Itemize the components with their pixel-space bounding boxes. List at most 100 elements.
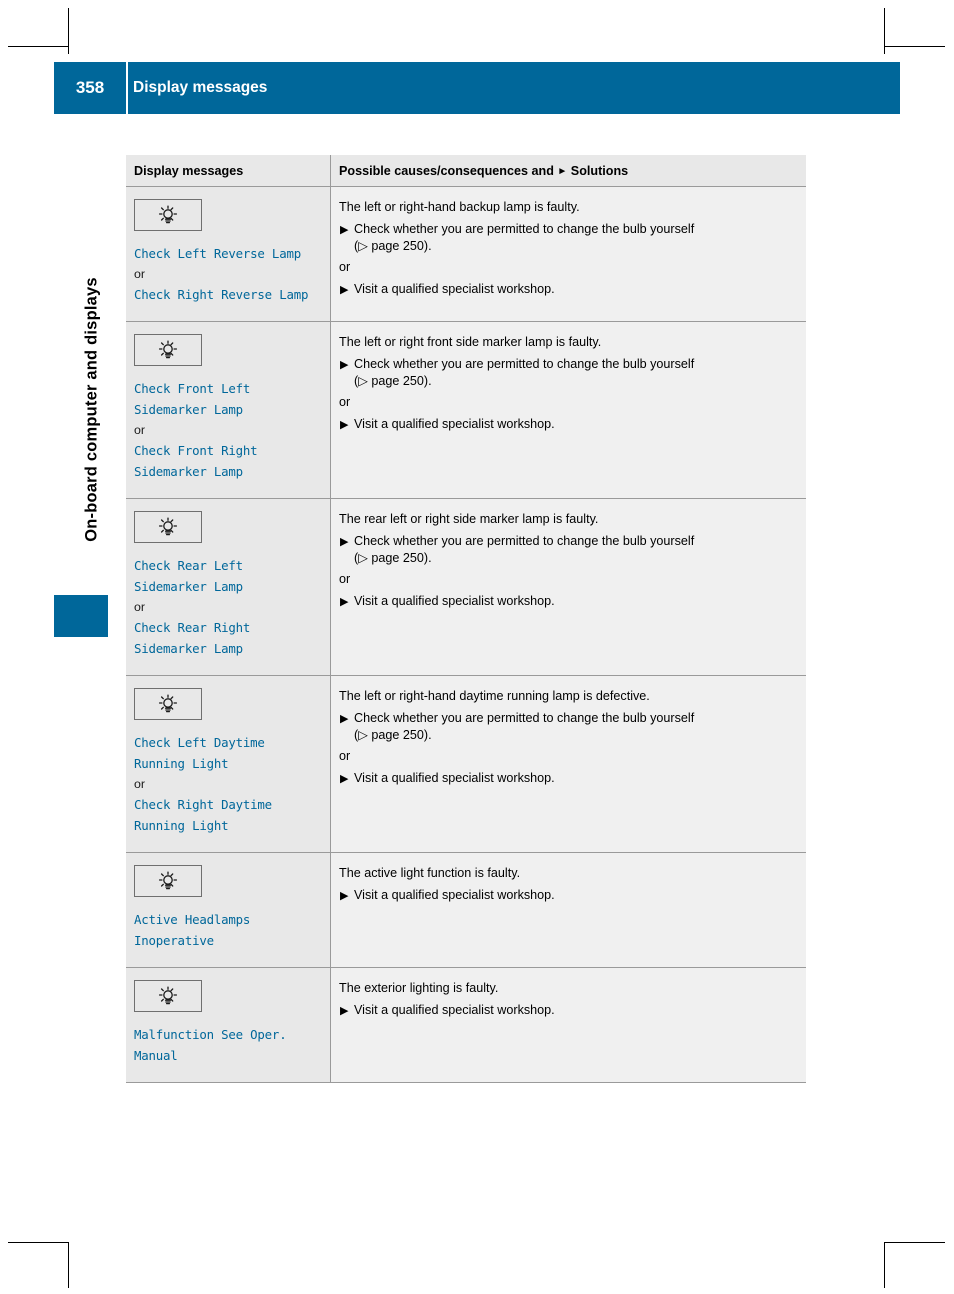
bulb-icon <box>134 334 202 366</box>
solution-item: ▶ Check whether you are permitted to chan… <box>339 356 796 373</box>
message-text: Check Front Left Sidemarker Lamp <box>134 381 258 417</box>
crop-mark-bottom-left-h <box>8 1242 68 1243</box>
header-cell-solutions: Possible causes/consequences and ► Solut… <box>330 155 806 187</box>
solution-item: ▶ Visit a qualified specialist workshop. <box>339 416 796 433</box>
solution-or-separator: or <box>339 749 351 763</box>
solution-text: Visit a qualified specialist workshop. <box>354 282 555 296</box>
chapter-marker <box>54 595 108 637</box>
triangle-bullet-icon: ▶ <box>340 773 349 785</box>
bulb-icon <box>134 980 202 1012</box>
solution-or-separator: or <box>339 260 351 274</box>
bulb-icon-svg <box>158 517 178 536</box>
message-text: Check Left Daytime Running Light <box>134 735 272 771</box>
crop-mark-top-right-h <box>885 46 945 47</box>
bulb-icon-svg <box>158 871 178 890</box>
triangle-bullet-icon: ▶ <box>340 1005 349 1017</box>
solution-reference[interactable]: (▷ page 250). <box>339 373 796 390</box>
solution-or-separator: or <box>339 395 351 409</box>
cause-text: The rear left or right side marker lamp … <box>339 512 599 526</box>
triangle-icon: ► <box>557 166 568 178</box>
solution-item: ▶ Check whether you are permitted to chan… <box>339 221 796 238</box>
solution-text: Visit a qualified specialist workshop. <box>354 888 555 902</box>
bulb-icon-svg <box>158 340 178 359</box>
message-or-separator: or <box>134 600 146 614</box>
table-row: Malfunction See Oper. Manual The exterior… <box>126 967 806 1083</box>
bulb-icon <box>134 865 202 897</box>
message-or-separator: or <box>134 777 146 791</box>
solution-item: ▶ Check whether you are permitted to chan… <box>339 710 796 727</box>
cause-solution-cell: The exterior lighting is faulty. ▶ Visit a… <box>330 967 806 1083</box>
cause-text: The left or right-hand backup lamp is fa… <box>339 200 580 214</box>
bulb-icon-svg <box>158 205 178 224</box>
cause-solution-cell: The left or right-hand backup lamp is fa… <box>330 186 806 322</box>
message-cell: Check Left Daytime Running Light or Check … <box>126 675 331 853</box>
solution-reference[interactable]: (▷ page 250). <box>339 238 796 255</box>
cause-text: The left or right front side marker lamp… <box>339 335 602 349</box>
bulb-icon <box>134 199 202 231</box>
solution-text: Visit a qualified specialist workshop. <box>354 771 555 785</box>
message-cell: Check Left Reverse Lamp or Check Right Rev… <box>126 186 331 322</box>
message-cell: Active Headlamps Inoperative <box>126 852 331 968</box>
cause-solution-cell: The active light function is faulty. ▶ Vis… <box>330 852 806 968</box>
message-text: Check Right Daytime Running Light <box>134 797 280 833</box>
solution-item: ▶ Check whether you are permitted to chan… <box>339 533 796 550</box>
solution-reference[interactable]: (▷ page 250). <box>339 550 796 567</box>
solution-text: Visit a qualified specialist workshop. <box>354 594 555 608</box>
cause-text: The active light function is faulty. <box>339 866 521 880</box>
chapter-title: On-board computer and displays <box>82 277 101 542</box>
triangle-bullet-icon: ▶ <box>340 224 349 236</box>
message-cell: Check Front Left Sidemarker Lamp or Check … <box>126 321 331 499</box>
message-or-separator: or <box>134 267 146 281</box>
message-or-separator: or <box>134 423 146 437</box>
message-cell: Malfunction See Oper. Manual <box>126 967 331 1083</box>
bulb-icon-svg <box>158 986 178 1005</box>
table-row: Active Headlamps Inoperative The active l… <box>126 852 806 968</box>
header-cell-messages: Display messages <box>126 155 331 187</box>
solution-text: Check whether you are permitted to chang… <box>354 711 695 725</box>
solution-item: ▶ Visit a qualified specialist workshop. <box>339 593 796 610</box>
table-row: Check Left Reverse Lamp or Check Right Rev… <box>126 186 806 322</box>
page-title: Display messages <box>133 79 268 96</box>
message-cell: Check Rear Left Sidemarker Lamp or Check R… <box>126 498 331 676</box>
header-solutions-post: Solutions <box>567 164 629 178</box>
solution-item: ▶ Visit a qualified specialist workshop. <box>339 1002 796 1019</box>
solution-reference[interactable]: (▷ page 250). <box>339 727 796 744</box>
crop-mark-bottom-right-v <box>884 1242 885 1288</box>
triangle-bullet-icon: ▶ <box>340 359 349 371</box>
crop-mark-bottom-right-h <box>885 1242 945 1243</box>
message-text: Malfunction See Oper. Manual <box>134 1027 294 1063</box>
message-text: Check Left Reverse Lamp <box>134 246 301 261</box>
triangle-bullet-icon: ▶ <box>340 284 349 296</box>
table-row: Check Left Daytime Running Light or Check … <box>126 675 806 853</box>
solution-text: Check whether you are permitted to chang… <box>354 222 695 236</box>
table-row: Check Front Left Sidemarker Lamp or Check … <box>126 321 806 499</box>
message-text: Check Rear Right Sidemarker Lamp <box>134 620 258 656</box>
message-text: Active Headlamps Inoperative <box>134 912 258 948</box>
solution-text: Visit a qualified specialist workshop. <box>354 1003 555 1017</box>
bulb-icon-svg <box>158 694 178 713</box>
solution-text: Visit a qualified specialist workshop. <box>354 417 555 431</box>
crop-mark-top-right-v <box>884 8 885 54</box>
solution-or-separator: or <box>339 572 351 586</box>
triangle-bullet-icon: ▶ <box>340 419 349 431</box>
crop-mark-top-left-v <box>68 8 69 54</box>
message-text: Check Rear Left Sidemarker Lamp <box>134 558 251 594</box>
solution-text: Check whether you are permitted to chang… <box>354 357 695 371</box>
cause-solution-cell: The left or right-hand daytime running l… <box>330 675 806 853</box>
triangle-bullet-icon: ▶ <box>340 713 349 725</box>
message-text: Check Right Reverse Lamp <box>134 287 309 302</box>
solution-text: Check whether you are permitted to chang… <box>354 534 695 548</box>
cause-text: The exterior lighting is faulty. <box>339 981 499 995</box>
cause-text: The left or right-hand daytime running l… <box>339 689 650 703</box>
triangle-bullet-icon: ▶ <box>340 536 349 548</box>
triangle-bullet-icon: ▶ <box>340 890 349 902</box>
triangle-bullet-icon: ▶ <box>340 596 349 608</box>
bulb-icon <box>134 688 202 720</box>
table-header-row: Display messages Possible causes/consequ… <box>126 155 806 187</box>
solution-item: ▶ Visit a qualified specialist workshop. <box>339 887 796 904</box>
cause-solution-cell: The left or right front side marker lamp… <box>330 321 806 499</box>
display-messages-table: Display messages Possible causes/consequ… <box>126 155 806 1083</box>
crop-mark-bottom-left-v <box>68 1242 69 1288</box>
message-text: Check Front Right Sidemarker Lamp <box>134 443 265 479</box>
solution-item: ▶ Visit a qualified specialist workshop. <box>339 281 796 298</box>
